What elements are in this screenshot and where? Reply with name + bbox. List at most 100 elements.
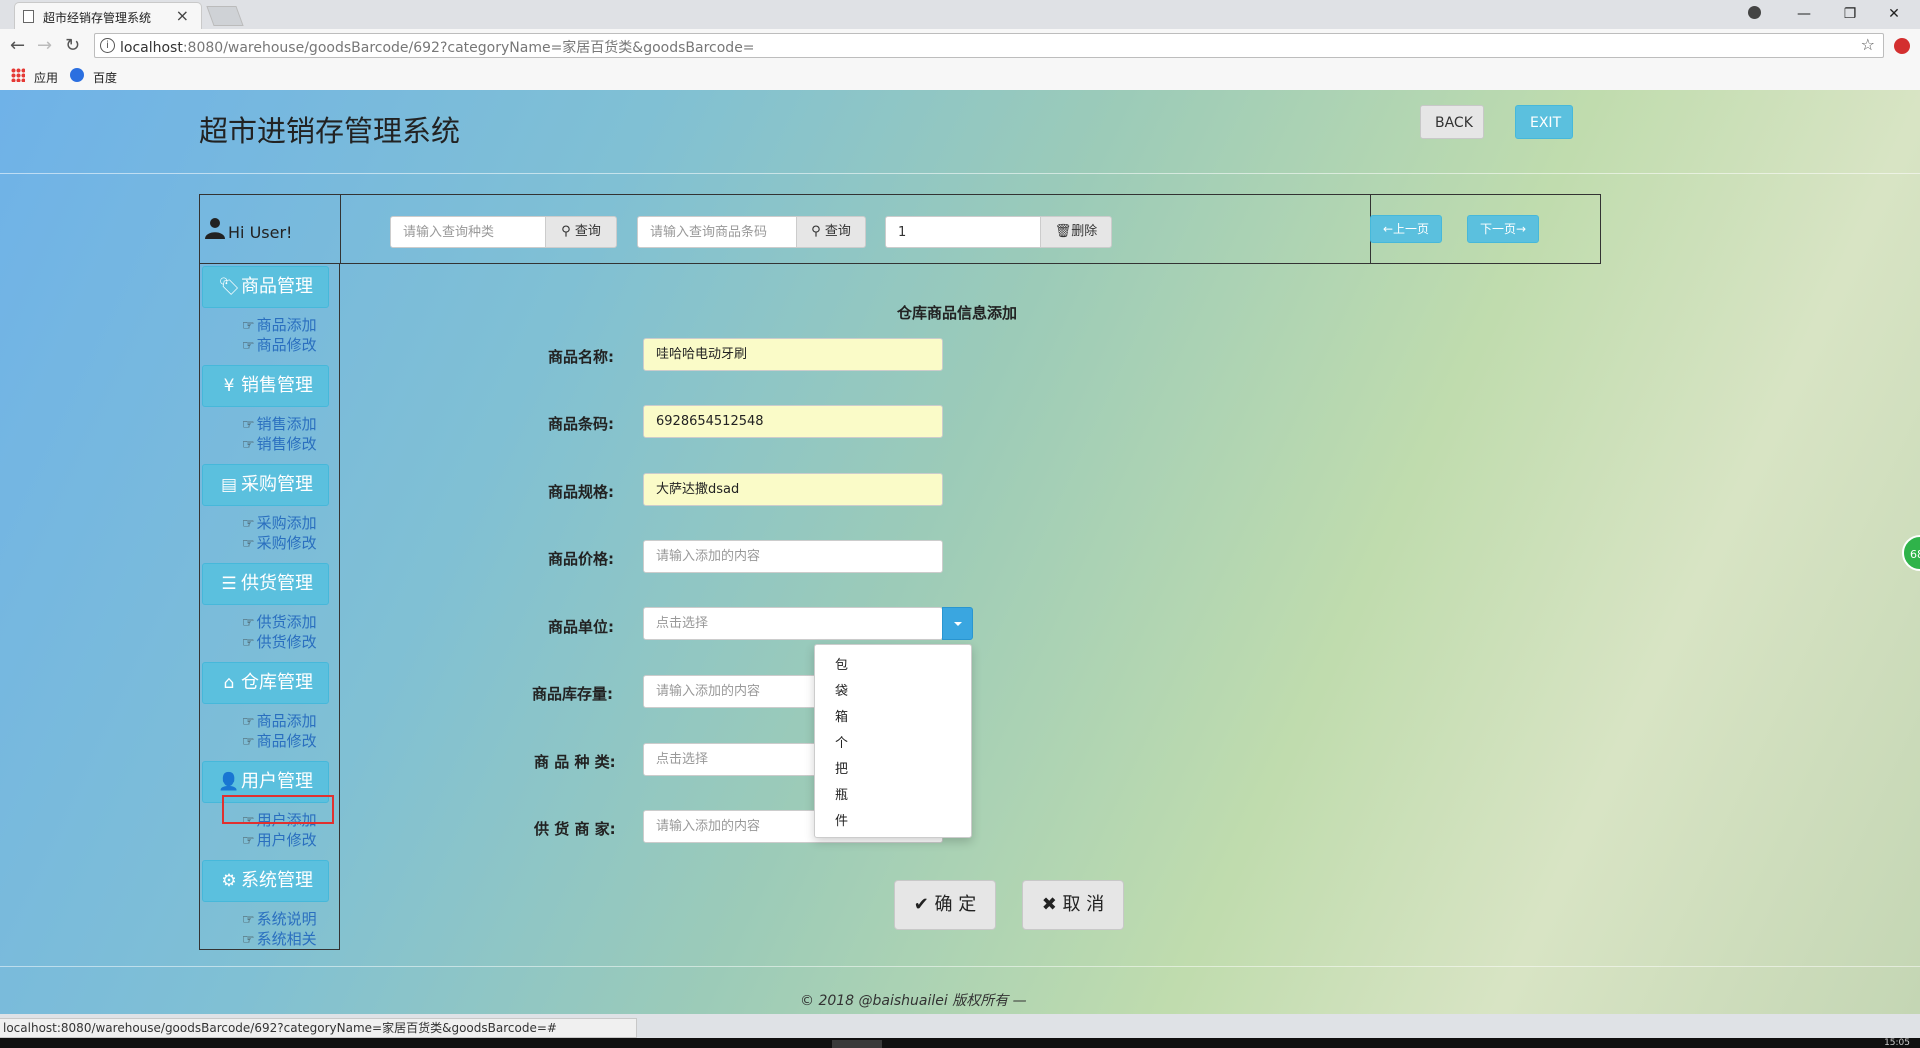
unit-dropdown-toggle[interactable]	[942, 607, 973, 640]
restore-icon[interactable]: ❐	[1830, 2, 1870, 26]
search-icon: ⚲	[811, 224, 821, 239]
sidebar-link-sales-edit[interactable]: ☞ 销售修改	[242, 433, 317, 454]
form-title: 仓库商品信息添加	[897, 304, 1018, 322]
sidebar-link-supply-edit[interactable]: ☞ 供货修改	[242, 631, 317, 652]
unit-dropdown-menu: 包 袋 箱 个 把 瓶 件	[814, 644, 972, 838]
label-goods-stock: 商品库存量:	[532, 685, 613, 703]
next-page-button[interactable]: 下一页→	[1467, 215, 1539, 243]
label-supplier: 供 货 商 家:	[534, 820, 616, 838]
label-goods-category: 商 品 种 类:	[534, 753, 616, 771]
label-goods-spec: 商品规格:	[548, 483, 614, 501]
search-barcode-button[interactable]: ⚲ 查询	[796, 216, 866, 248]
browser-toolbar: ← → ↻ i localhost:8080/warehouse/goodsBa…	[0, 29, 1920, 64]
apps-grid-icon[interactable]	[11, 68, 25, 82]
delete-id-input[interactable]	[885, 216, 1041, 248]
confirm-button[interactable]: ✔ 确 定	[894, 880, 996, 930]
window-close-icon[interactable]: ✕	[1874, 2, 1914, 26]
yen-icon: ¥	[223, 376, 235, 396]
unit-option[interactable]: 袋	[835, 680, 848, 699]
hand-right-icon: ☞	[242, 932, 255, 948]
taskbar-active-app[interactable]	[832, 1040, 882, 1048]
sidebar-link-system-related[interactable]: ☞ 系统相关	[242, 928, 317, 949]
search-icon: ⚲	[561, 224, 571, 239]
page-icon	[23, 10, 34, 23]
bookmark-apps[interactable]: 应用	[34, 69, 58, 86]
site-title: 超市进销存管理系统	[199, 114, 461, 148]
search-category-button[interactable]: ⚲ 查询	[545, 216, 617, 248]
goods-unit-select[interactable]: 点击选择	[643, 607, 943, 640]
cancel-button[interactable]: ✖ 取 消	[1022, 880, 1124, 930]
search-category-input[interactable]	[390, 216, 546, 248]
hand-right-icon: ☞	[242, 912, 255, 928]
forward-arrow-icon[interactable]: →	[37, 35, 52, 56]
search-toolbar: Hi User! ⚲ 查询 ⚲ 查询 🗑删除 ←上一页 下一页→	[199, 194, 1601, 264]
floating-widget-icon[interactable]: 68	[1902, 535, 1920, 571]
sidebar-group-sales[interactable]: ¥ 销售管理	[202, 365, 329, 407]
unit-option[interactable]: 包	[835, 654, 848, 673]
sidebar-link-sales-add[interactable]: ☞ 销售添加	[242, 413, 317, 434]
sidebar-link-warehouse-edit[interactable]: ☞ 商品修改	[242, 730, 317, 751]
unit-option[interactable]: 瓶	[835, 784, 848, 803]
address-bar[interactable]: i localhost:8080/warehouse/goodsBarcode/…	[94, 33, 1884, 58]
footer-divider	[0, 966, 1920, 967]
hand-right-icon: ☞	[242, 437, 255, 453]
arrow-right-icon: →	[1515, 222, 1527, 236]
goods-name-input[interactable]: 哇哈哈电动牙刷	[643, 338, 943, 371]
bookmark-baidu[interactable]: 百度	[93, 69, 117, 86]
sidebar-group-goods[interactable]: 🏷商品管理	[202, 266, 329, 308]
sidebar-group-supply[interactable]: ☰ 供货管理	[202, 563, 329, 605]
sidebar-group-purchase[interactable]: ▤ 采购管理	[202, 464, 329, 506]
header-divider	[0, 173, 1920, 174]
goods-price-input[interactable]: 请输入添加的内容	[643, 540, 943, 573]
sidebar-link-purchase-edit[interactable]: ☞ 采购修改	[242, 532, 317, 553]
bookmark-star-icon[interactable]: ☆	[1861, 35, 1875, 54]
unit-option[interactable]: 件	[835, 810, 848, 829]
tag-icon: 🏷	[218, 277, 240, 297]
taskbar: 15:05	[0, 1038, 1920, 1048]
unit-option[interactable]: 箱	[835, 706, 848, 725]
info-icon[interactable]: i	[100, 38, 115, 53]
greeting-text: Hi User!	[228, 223, 293, 242]
sidebar-link-users-edit[interactable]: ☞ 用户修改	[242, 829, 317, 850]
active-link-highlight	[222, 795, 334, 824]
tab-title: 超市经销存管理系统	[43, 11, 152, 25]
label-goods-unit: 商品单位:	[548, 618, 614, 636]
baidu-paw-icon[interactable]	[70, 68, 84, 82]
cog-icon: ⚙	[221, 871, 237, 891]
delete-button[interactable]: 🗑删除	[1040, 216, 1112, 248]
trash-icon: 🗑	[1054, 224, 1072, 239]
address-url: localhost:8080/warehouse/goodsBarcode/69…	[120, 40, 755, 56]
sidebar-link-goods-add[interactable]: ☞ 商品添加	[242, 314, 317, 335]
profile-icon[interactable]	[1748, 6, 1761, 19]
exit-button[interactable]: EXIT	[1515, 105, 1573, 139]
goods-barcode-input[interactable]: 6928654512548	[643, 405, 943, 438]
prev-page-button[interactable]: ←上一页	[1370, 215, 1442, 243]
unit-option[interactable]: 个	[835, 732, 848, 751]
copyright-text: © 2018 @baishuailei 版权所有 —	[800, 993, 1027, 1009]
list-alt-icon: ▤	[220, 475, 238, 495]
goods-spec-input[interactable]: 大萨达撒dsad	[643, 473, 943, 506]
back-button[interactable]: BACK	[1420, 105, 1484, 139]
unit-option[interactable]: 把	[835, 758, 848, 777]
home-icon: ⌂	[223, 673, 235, 693]
back-arrow-icon[interactable]: ←	[10, 35, 25, 56]
sidebar-link-supply-add[interactable]: ☞ 供货添加	[242, 611, 317, 632]
minimize-icon[interactable]: —	[1784, 2, 1824, 26]
search-barcode-input[interactable]	[637, 216, 797, 248]
new-tab-button[interactable]	[206, 6, 244, 26]
sidebar-link-system-about[interactable]: ☞ 系统说明	[242, 908, 317, 929]
hand-right-icon: ☞	[242, 516, 255, 532]
label-goods-name: 商品名称:	[548, 348, 614, 366]
sidebar-link-warehouse-add[interactable]: ☞ 商品添加	[242, 710, 317, 731]
browser-tab[interactable]: 超市经销存管理系统 ×	[14, 2, 202, 29]
tab-close-icon[interactable]: ×	[176, 6, 189, 25]
sidebar-group-system[interactable]: ⚙ 系统管理	[202, 860, 329, 902]
sidebar-link-purchase-add[interactable]: ☞ 采购添加	[242, 512, 317, 533]
divider	[340, 195, 341, 263]
sidebar-link-goods-edit[interactable]: ☞ 商品修改	[242, 334, 317, 355]
taskbar-clock: 15:05	[1884, 1038, 1910, 1048]
sidebar-group-warehouse[interactable]: ⌂ 仓库管理	[202, 662, 329, 704]
page-content: 超市进销存管理系统 BACK EXIT Hi User! ⚲ 查询 ⚲ 查询 🗑…	[0, 90, 1920, 1014]
reload-icon[interactable]: ↻	[65, 35, 80, 56]
extension-icon[interactable]	[1894, 38, 1910, 54]
